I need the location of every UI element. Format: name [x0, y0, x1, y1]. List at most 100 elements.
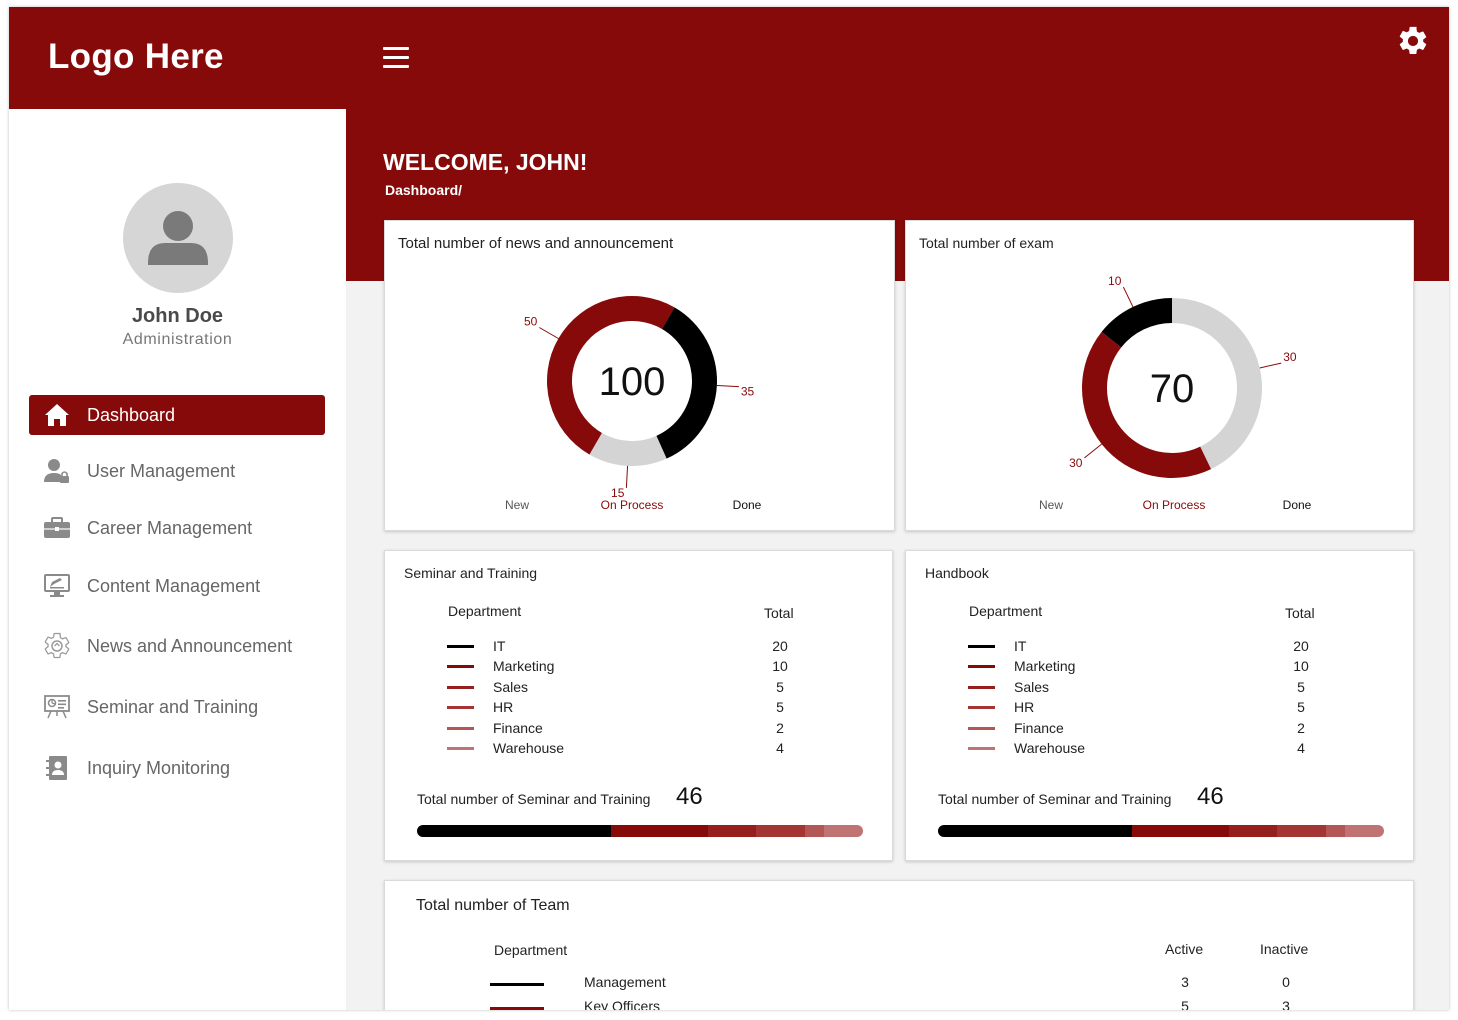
team-card: Total number of Team Department Active I…: [384, 880, 1414, 1010]
table-row: Warehouse 4: [385, 740, 892, 760]
series-swatch: [968, 706, 995, 709]
data-label-leader: [1084, 443, 1102, 459]
bar-segment-marketing: [610, 825, 708, 837]
exam-card: Total number of exam 30 30 10 70 New On Pro…: [905, 220, 1414, 531]
data-label-leader: [539, 327, 559, 339]
total-value: 46: [676, 783, 703, 810]
app-window: Logo Here John Doe Administration Dashbo…: [9, 7, 1449, 1010]
bar-segment-finance: [804, 825, 825, 837]
table-row: Finance 2: [906, 720, 1413, 740]
card-title: Seminar and Training: [404, 565, 538, 581]
department-name: Finance: [1014, 720, 1064, 736]
total-value: 46: [1197, 783, 1224, 810]
bar-segment-it: [938, 825, 1132, 837]
department-total: 5: [776, 699, 784, 715]
sidebar-item-label: Dashboard: [87, 404, 176, 425]
handbook-card: Handbook Department Total IT 20 Marketing…: [905, 550, 1414, 861]
legend-new: New: [504, 498, 530, 512]
total-label: Total number of Seminar and Training: [938, 791, 1172, 807]
legend-done: Done: [1282, 498, 1312, 512]
series-swatch: [447, 747, 474, 750]
legend-on-process: On Process: [1142, 498, 1206, 512]
contact-book-icon: [42, 753, 72, 783]
series-swatch: [968, 665, 995, 668]
department-total: 5: [1297, 699, 1305, 715]
bar-segment-sales: [1228, 825, 1278, 837]
department-name: HR: [1014, 699, 1035, 715]
table-row: Key Officers 5 3: [385, 998, 1413, 1010]
sidebar-item-content-management[interactable]: Content Management: [29, 566, 325, 606]
sidebar-item-dashboard[interactable]: Dashboard: [29, 395, 325, 435]
home-icon: [42, 400, 72, 430]
department-total: 4: [776, 740, 784, 756]
series-swatch: [447, 686, 474, 689]
data-label-leader: [1122, 286, 1134, 308]
column-header-department: Department: [448, 603, 522, 619]
series-swatch: [968, 686, 995, 689]
user-lock-icon: [42, 456, 72, 486]
breadcrumb[interactable]: Dashboard/: [385, 182, 462, 198]
column-header-inactive: Inactive: [1260, 941, 1309, 957]
sidebar-item-career-management[interactable]: Career Management: [29, 508, 325, 548]
column-header-active: Active: [1165, 941, 1204, 957]
column-header-total: Total: [1285, 605, 1315, 621]
table-row: Management 3 0: [385, 974, 1413, 996]
department-name: Sales: [493, 679, 529, 695]
department-name: Sales: [1014, 679, 1050, 695]
department-total: 10: [772, 658, 788, 674]
inactive-count: 0: [1282, 974, 1290, 990]
series-swatch: [447, 665, 474, 668]
user-silhouette-icon: [148, 211, 208, 265]
legend-new: New: [1038, 498, 1064, 512]
department-stacked-bar: [417, 825, 863, 837]
series-swatch: [968, 747, 995, 750]
series-swatch: [447, 645, 474, 648]
top-bar: Logo Here: [9, 7, 1449, 109]
department-total: 5: [776, 679, 784, 695]
sidebar-item-seminar-and-training[interactable]: Seminar and Training: [29, 687, 325, 727]
table-row: Sales 5: [906, 679, 1413, 699]
series-swatch: [490, 1007, 544, 1010]
table-row: Warehouse 4: [906, 740, 1413, 760]
avatar[interactable]: [123, 183, 233, 293]
data-label: 30: [1069, 456, 1083, 470]
sidebar-item-label: Content Management: [87, 575, 261, 596]
bar-segment-warehouse: [824, 825, 863, 837]
sidebar-item-news-and-announcement[interactable]: News and Announcement: [29, 626, 325, 666]
gear-news-icon: [42, 631, 72, 661]
table-row: HR 5: [385, 699, 892, 719]
active-count: 5: [1181, 998, 1189, 1010]
table-row: Finance 2: [385, 720, 892, 740]
department-name: Finance: [493, 720, 543, 736]
monitor-edit-icon: [42, 571, 72, 601]
logo: Logo Here: [48, 37, 224, 76]
news-announcement-card: Total number of news and announcement 50…: [384, 220, 895, 531]
data-label-leader: [625, 465, 629, 488]
card-title: Handbook: [925, 565, 989, 581]
data-label-leader: [1259, 362, 1282, 369]
bar-segment-warehouse: [1345, 825, 1384, 837]
inactive-count: 3: [1282, 998, 1290, 1010]
data-label: 10: [1108, 274, 1122, 288]
department-name: Warehouse: [493, 740, 565, 756]
department-total: 5: [1297, 679, 1305, 695]
legend-done: Done: [732, 498, 762, 512]
data-label: 35: [741, 385, 755, 399]
bar-segment-marketing: [1131, 825, 1229, 837]
exam-donut-chart: 30 30 10 70: [1069, 274, 1297, 478]
bar-segment-sales: [707, 825, 757, 837]
department-name: IT: [493, 638, 506, 654]
menu-toggle-icon[interactable]: [383, 47, 409, 71]
donut-center-total: 100: [599, 360, 666, 404]
department-total: 4: [1297, 740, 1305, 756]
sidebar-item-label: User Management: [87, 460, 236, 481]
column-header-department: Department: [969, 603, 1043, 619]
table-row: IT 20: [906, 638, 1413, 658]
sidebar-item-label: Seminar and Training: [87, 696, 259, 717]
sidebar-item-user-management[interactable]: User Management: [29, 451, 325, 491]
settings-gear-icon[interactable]: [1396, 24, 1430, 58]
department-name: IT: [1014, 638, 1027, 654]
sidebar-item-inquiry-monitoring[interactable]: Inquiry Monitoring: [29, 748, 325, 788]
sidebar-item-label: Career Management: [87, 517, 253, 538]
department-total: 2: [776, 720, 784, 736]
